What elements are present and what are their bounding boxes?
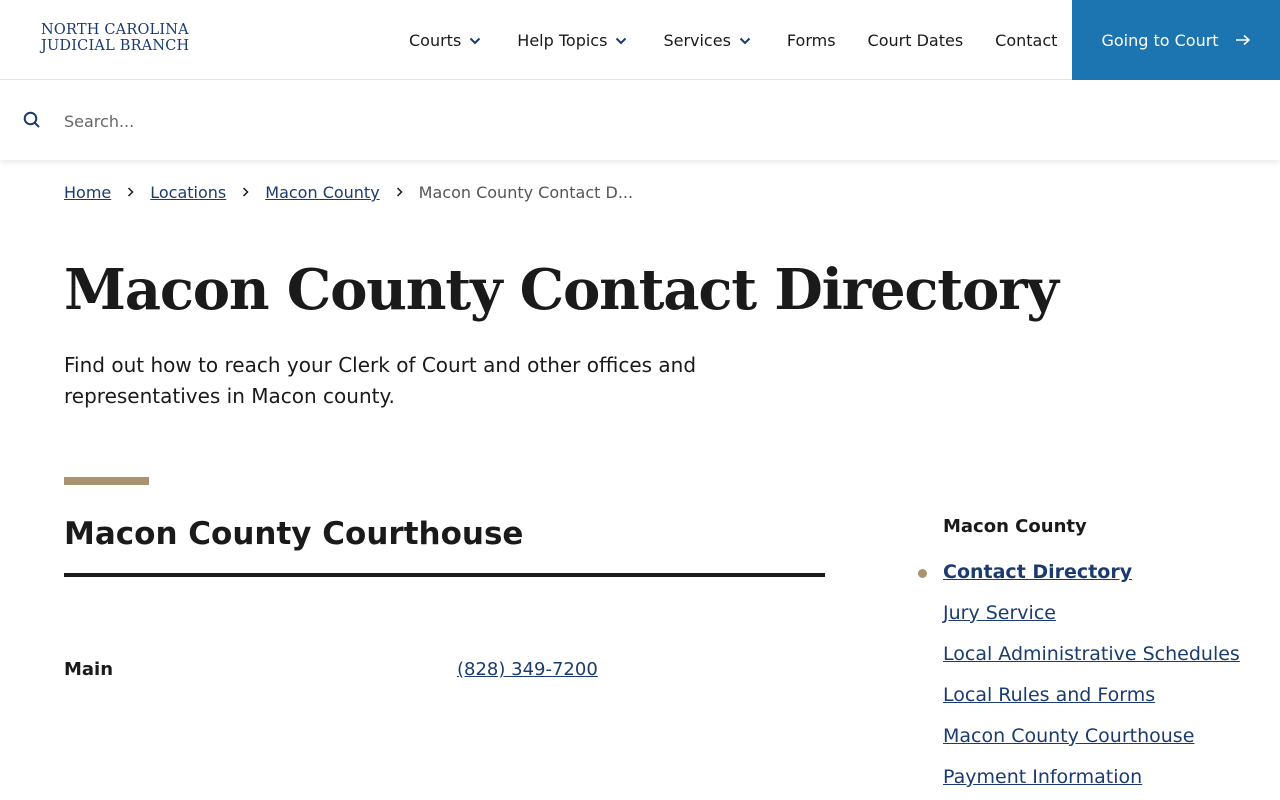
sidebar-item-macon-county-courthouse[interactable]: Macon County Courthouse (943, 722, 1243, 751)
contact-phone-link[interactable]: (828) 349-7200 (457, 659, 598, 680)
sidebar-item-jury-service[interactable]: Jury Service (943, 599, 1243, 628)
breadcrumb: Home Locations Macon County Macon County… (64, 183, 633, 202)
chevron-down-icon (739, 30, 751, 49)
breadcrumb-current: Macon County Contact D... (418, 183, 634, 202)
search-bar (0, 81, 1280, 160)
going-to-court-button[interactable]: Going to Court (1072, 0, 1280, 80)
sidebar-heading: Macon County (943, 516, 1087, 537)
nav-services[interactable]: Services (663, 30, 751, 50)
breadcrumb-locations[interactable]: Locations (150, 183, 226, 202)
nav-courts[interactable]: Courts (409, 31, 481, 50)
logo-line-1: NORTH CAROLINA (41, 22, 189, 38)
going-to-court-label: Going to Court (1101, 30, 1219, 50)
chevron-right-icon (396, 185, 403, 201)
section-accent-bar (64, 477, 149, 485)
site-logo[interactable]: NORTH CAROLINA JUDICIAL BRANCH (41, 22, 189, 54)
page-intro: Find out how to reach your Clerk of Cour… (64, 353, 697, 408)
nav-services-label: Services (663, 30, 731, 50)
breadcrumb-macon-county[interactable]: Macon County (265, 183, 379, 202)
main-nav: Courts Help Topics Services Forms Court … (409, 0, 1057, 80)
sidebar-item-payment-information[interactable]: Payment Information (943, 763, 1243, 792)
search-icon[interactable] (23, 111, 41, 133)
nav-forms-label: Forms (786, 30, 836, 50)
nav-help-topics[interactable]: Help Topics (517, 31, 627, 50)
chevron-right-icon (242, 185, 249, 201)
nav-contact[interactable]: Contact (995, 31, 1057, 50)
search-input[interactable] (64, 105, 1244, 137)
site-header: NORTH CAROLINA JUDICIAL BRANCH Courts He… (0, 0, 1280, 80)
sidebar-item-contact-directory[interactable]: Contact Directory (918, 558, 1243, 587)
page-title: Macon County Contact Directory (64, 257, 1059, 323)
nav-forms[interactable]: Forms (787, 31, 836, 50)
sidebar-item-local-rules-and-forms[interactable]: Local Rules and Forms (943, 681, 1243, 710)
arrow-right-icon (1235, 31, 1251, 50)
sidebar-item-local-administrative-schedules[interactable]: Local Administrative Schedules (943, 640, 1243, 669)
nav-help-topics-label: Help Topics (517, 30, 608, 50)
section-title: Macon County Courthouse (64, 516, 524, 552)
nav-court-dates-label: Court Dates (867, 30, 964, 50)
logo-line-2: JUDICIAL BRANCH (41, 38, 190, 54)
sidebar-nav: Contact Directory Jury Service Local Adm… (918, 558, 1243, 800)
nav-court-dates[interactable]: Court Dates (868, 31, 964, 50)
contact-row-label: Main (64, 659, 114, 680)
nav-contact-label: Contact (995, 30, 1058, 50)
chevron-right-icon (127, 185, 134, 201)
section-divider (64, 573, 825, 577)
chevron-down-icon (615, 30, 627, 49)
breadcrumb-home[interactable]: Home (64, 183, 111, 202)
chevron-down-icon (469, 30, 481, 49)
nav-courts-label: Courts (409, 30, 462, 50)
